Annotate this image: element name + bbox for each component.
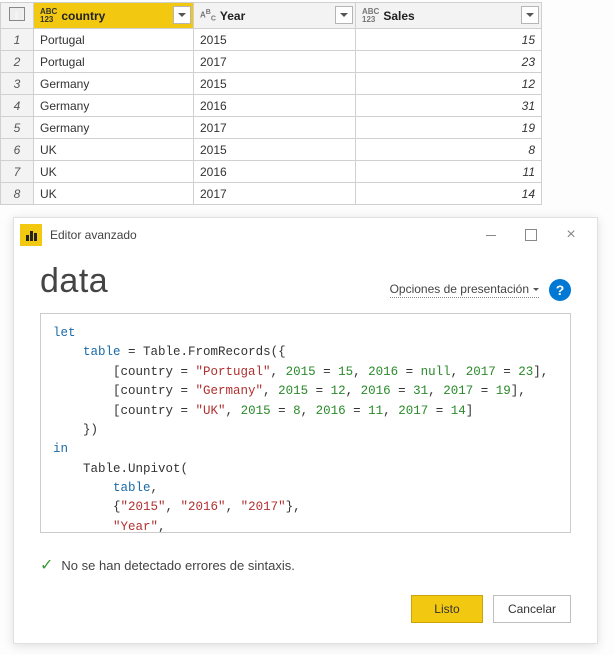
status-text: No se han detectado errores de sintaxis. bbox=[61, 558, 294, 573]
row-number[interactable]: 4 bbox=[1, 95, 34, 117]
cell-country[interactable]: UK bbox=[34, 161, 194, 183]
column-header-country[interactable]: ABC 123 country bbox=[34, 3, 194, 29]
cell-year[interactable]: 2017 bbox=[194, 183, 356, 205]
display-options-dropdown[interactable]: Opciones de presentación bbox=[390, 282, 539, 298]
table-row[interactable]: 3Germany201512 bbox=[1, 73, 542, 95]
row-number[interactable]: 2 bbox=[1, 51, 34, 73]
column-filter-dropdown[interactable] bbox=[335, 6, 353, 24]
titlebar: Editor avanzado × bbox=[14, 218, 597, 252]
cell-country[interactable]: UK bbox=[34, 183, 194, 205]
cell-year[interactable]: 2017 bbox=[194, 117, 356, 139]
table-row[interactable]: 7UK201611 bbox=[1, 161, 542, 183]
cell-sales[interactable]: 12 bbox=[356, 73, 542, 95]
cell-country[interactable]: Germany bbox=[34, 73, 194, 95]
cell-sales[interactable]: 11 bbox=[356, 161, 542, 183]
type-icon-any: ABC 123 bbox=[40, 8, 57, 24]
cell-sales[interactable]: 8 bbox=[356, 139, 542, 161]
cell-sales[interactable]: 14 bbox=[356, 183, 542, 205]
column-filter-dropdown[interactable] bbox=[521, 6, 539, 24]
table-icon bbox=[9, 7, 25, 21]
syntax-status: ✓ No se han detectado errores de sintaxi… bbox=[40, 555, 571, 575]
data-preview-table: ABC 123 country ABC Year bbox=[0, 0, 614, 217]
table-row[interactable]: 6UK20158 bbox=[1, 139, 542, 161]
minimize-button[interactable] bbox=[471, 220, 511, 250]
ok-button[interactable]: Listo bbox=[411, 595, 483, 623]
table-row[interactable]: 1Portugal201515 bbox=[1, 29, 542, 51]
type-icon-any: ABC 123 bbox=[362, 8, 379, 24]
close-button[interactable]: × bbox=[551, 220, 591, 250]
column-filter-dropdown[interactable] bbox=[173, 6, 191, 24]
column-header-year[interactable]: ABC Year bbox=[194, 3, 356, 29]
cell-sales[interactable]: 19 bbox=[356, 117, 542, 139]
cancel-button[interactable]: Cancelar bbox=[493, 595, 571, 623]
window-title: Editor avanzado bbox=[50, 228, 137, 242]
app-icon bbox=[20, 224, 42, 246]
cell-country[interactable]: UK bbox=[34, 139, 194, 161]
row-number[interactable]: 8 bbox=[1, 183, 34, 205]
column-header-sales[interactable]: ABC 123 Sales bbox=[356, 3, 542, 29]
type-icon-text: ABC bbox=[200, 9, 216, 22]
table-row[interactable]: 2Portugal201723 bbox=[1, 51, 542, 73]
code-editor[interactable]: let table = Table.FromRecords({ [country… bbox=[40, 313, 571, 533]
cell-year[interactable]: 2015 bbox=[194, 139, 356, 161]
cell-year[interactable]: 2017 bbox=[194, 51, 356, 73]
cell-year[interactable]: 2016 bbox=[194, 161, 356, 183]
table-row[interactable]: 4Germany201631 bbox=[1, 95, 542, 117]
table-row[interactable]: 5Germany201719 bbox=[1, 117, 542, 139]
select-all-corner[interactable] bbox=[1, 3, 34, 29]
cell-year[interactable]: 2015 bbox=[194, 29, 356, 51]
row-number[interactable]: 1 bbox=[1, 29, 34, 51]
row-number[interactable]: 5 bbox=[1, 117, 34, 139]
cell-sales[interactable]: 15 bbox=[356, 29, 542, 51]
cell-year[interactable]: 2016 bbox=[194, 95, 356, 117]
column-label: country bbox=[61, 9, 105, 23]
cell-sales[interactable]: 31 bbox=[356, 95, 542, 117]
help-button[interactable]: ? bbox=[549, 279, 571, 301]
cell-year[interactable]: 2015 bbox=[194, 73, 356, 95]
row-number[interactable]: 7 bbox=[1, 161, 34, 183]
row-number[interactable]: 6 bbox=[1, 139, 34, 161]
column-label: Year bbox=[220, 9, 245, 23]
cell-country[interactable]: Germany bbox=[34, 95, 194, 117]
cell-country[interactable]: Portugal bbox=[34, 29, 194, 51]
cell-country[interactable]: Portugal bbox=[34, 51, 194, 73]
maximize-button[interactable] bbox=[511, 220, 551, 250]
cell-country[interactable]: Germany bbox=[34, 117, 194, 139]
check-icon: ✓ bbox=[40, 555, 53, 575]
table-row[interactable]: 8UK201714 bbox=[1, 183, 542, 205]
column-label: Sales bbox=[383, 9, 414, 23]
query-name-title: data bbox=[40, 262, 108, 301]
row-number[interactable]: 3 bbox=[1, 73, 34, 95]
advanced-editor-dialog: Editor avanzado × data Opciones de prese… bbox=[13, 217, 598, 644]
cell-sales[interactable]: 23 bbox=[356, 51, 542, 73]
